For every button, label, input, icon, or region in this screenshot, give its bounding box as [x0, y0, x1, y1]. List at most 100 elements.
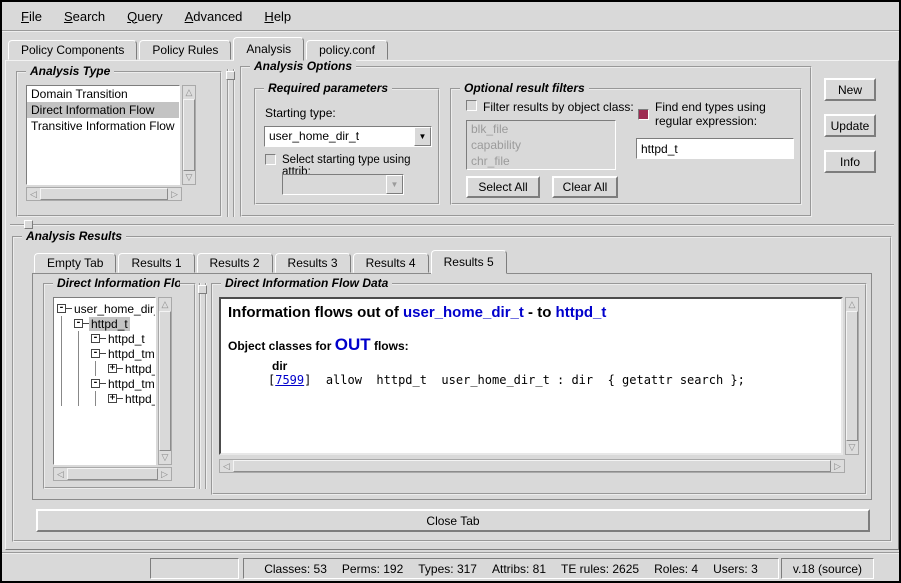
select-all-button[interactable]: Select All [466, 176, 540, 198]
regex-checkbox-label[interactable]: Find end types using regular expression: [655, 100, 797, 128]
flow-data-hscrollbar[interactable]: ◁ ▷ [219, 459, 845, 473]
horizontal-sash[interactable] [10, 224, 894, 228]
vertical-sash[interactable] [199, 283, 207, 489]
flow-tree-vscrollbar[interactable]: △ ▽ [158, 297, 172, 465]
vertical-sash[interactable] [227, 69, 235, 217]
regex-input[interactable] [636, 138, 794, 159]
tab-policy-rules[interactable]: Policy Rules [139, 40, 231, 60]
starting-type-combobox[interactable]: user_home_dir_t ▼ [264, 126, 432, 147]
filter-object-class-checkbox[interactable] [466, 100, 477, 111]
tree-indent [78, 391, 91, 406]
tree-node-label[interactable]: httpd_tmp_t [106, 347, 156, 361]
expand-icon[interactable]: + [108, 364, 117, 373]
attrib-checkbox[interactable] [265, 154, 276, 165]
collapse-icon[interactable]: - [91, 379, 100, 388]
tree-node-label[interactable]: httpd_t [123, 362, 156, 376]
tree-row: -httpd_t [54, 331, 155, 346]
tree-node-label[interactable]: httpd_t [106, 332, 147, 346]
menu-query-rest: uery [137, 9, 162, 24]
sash-handle[interactable] [24, 220, 33, 229]
scroll-down-icon[interactable]: ▽ [159, 451, 171, 464]
tree-indent [78, 331, 91, 346]
menu-file[interactable]: File [10, 6, 53, 27]
regex-checkbox[interactable] [638, 109, 649, 120]
analysis-results-title: Analysis Results [22, 229, 126, 243]
clear-all-button[interactable]: Clear All [552, 176, 618, 198]
scroll-left-icon[interactable]: ◁ [220, 460, 233, 472]
attrib-combobox: ▼ [282, 174, 404, 195]
scroll-left-icon[interactable]: ◁ [54, 468, 67, 480]
scroll-thumb[interactable] [183, 99, 195, 171]
scroll-right-icon[interactable]: ▷ [168, 188, 181, 200]
flow-heading-prefix: Information flows out of [228, 304, 399, 321]
analysis-options-group: Analysis Options Required parameters Sta… [240, 66, 812, 217]
status-classes: Classes: 53 [264, 562, 327, 576]
flow-data-vscrollbar[interactable]: △ ▽ [845, 297, 859, 455]
expand-icon[interactable]: + [108, 394, 117, 403]
tab-results-5[interactable]: Results 5 [431, 250, 507, 274]
collapse-icon[interactable]: - [57, 304, 66, 313]
scroll-thumb[interactable] [67, 468, 158, 480]
scroll-up-icon[interactable]: △ [846, 298, 858, 311]
tab-results-1[interactable]: Results 1 [118, 253, 194, 273]
scroll-down-icon[interactable]: ▽ [183, 171, 195, 184]
scroll-up-icon[interactable]: △ [183, 86, 195, 99]
tree-node-label[interactable]: httpd_t [89, 317, 130, 331]
new-button[interactable]: New [824, 78, 876, 101]
tab-results-2[interactable]: Results 2 [197, 253, 273, 273]
analysis-type-title: Analysis Type [26, 64, 114, 78]
results-tab-page: Direct Information Flow T -user_home_dir… [32, 273, 872, 500]
scroll-right-icon[interactable]: ▷ [831, 460, 844, 472]
filter-object-class-label[interactable]: Filter results by object class: [483, 100, 634, 114]
tab-results-3[interactable]: Results 3 [275, 253, 351, 273]
regex-checkbox-row[interactable]: Find end types using regular expression: [638, 100, 797, 128]
analysis-type-list[interactable]: Domain Transition Direct Information Flo… [26, 85, 180, 185]
filter-object-class-row[interactable]: Filter results by object class: [466, 100, 634, 114]
tree-indent [61, 316, 74, 331]
list-item-direct-information-flow[interactable]: Direct Information Flow [27, 102, 179, 118]
collapse-icon[interactable]: - [91, 349, 100, 358]
tab-analysis[interactable]: Analysis [233, 37, 304, 61]
sash-handle[interactable] [198, 285, 207, 294]
tree-node-label[interactable]: httpd_tmpfs_ [106, 377, 156, 391]
scroll-thumb[interactable] [159, 311, 171, 451]
status-roles: Roles: 4 [654, 562, 698, 576]
close-tab-button[interactable]: Close Tab [36, 509, 870, 532]
collapse-icon[interactable]: - [91, 334, 100, 343]
list-item-transitive-information-flow[interactable]: Transitive Information Flow [27, 118, 179, 134]
rule-id-link[interactable]: 7599 [275, 373, 304, 387]
analysis-type-hscrollbar[interactable]: ◁ ▷ [26, 187, 182, 201]
tab-results-4[interactable]: Results 4 [353, 253, 429, 273]
sash-handle[interactable] [226, 71, 235, 80]
collapse-icon[interactable]: - [74, 319, 83, 328]
list-item-domain-transition[interactable]: Domain Transition [27, 86, 179, 102]
info-button[interactable]: Info [824, 150, 876, 173]
tree-node-label[interactable]: user_home_dir_t [72, 302, 156, 316]
scroll-right-icon[interactable]: ▷ [158, 468, 171, 480]
menu-advanced-rest: dvanced [193, 9, 242, 24]
scroll-thumb[interactable] [40, 188, 168, 200]
scroll-left-icon[interactable]: ◁ [27, 188, 40, 200]
scroll-thumb[interactable] [846, 311, 858, 441]
chevron-down-icon[interactable]: ▼ [414, 127, 431, 146]
flow-tree-hscrollbar[interactable]: ◁ ▷ [53, 467, 172, 481]
app-window: File Search Query Advanced Help Policy C… [0, 0, 901, 583]
tab-policy-conf[interactable]: policy.conf [306, 40, 388, 60]
menu-query[interactable]: Query [116, 6, 173, 27]
flow-tree[interactable]: -user_home_dir_t -httpd_t -httpd_t -http… [53, 297, 156, 465]
scroll-down-icon[interactable]: ▽ [846, 441, 858, 454]
tab-policy-components[interactable]: Policy Components [8, 40, 137, 60]
flow-data-group: Direct Information Flow Data Information… [211, 283, 867, 495]
tree-node-label[interactable]: httpd_t [123, 392, 156, 406]
tree-indent [95, 391, 108, 406]
flow-data-text[interactable]: Information flows out of user_home_dir_t… [219, 297, 843, 455]
update-button[interactable]: Update [824, 114, 876, 137]
menu-help[interactable]: Help [253, 6, 302, 27]
analysis-type-vscrollbar[interactable]: △ ▽ [182, 85, 196, 185]
scroll-up-icon[interactable]: △ [159, 298, 171, 311]
menu-search[interactable]: Search [53, 6, 116, 27]
tab-empty-tab[interactable]: Empty Tab [34, 253, 116, 273]
scroll-thumb[interactable] [233, 460, 831, 472]
tree-indent [61, 391, 74, 406]
menu-advanced[interactable]: Advanced [174, 6, 254, 27]
